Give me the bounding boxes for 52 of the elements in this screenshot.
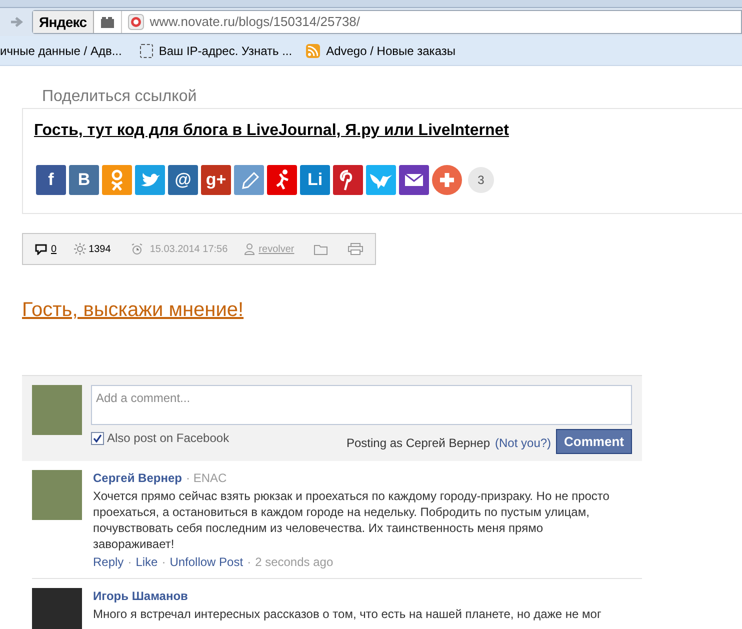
share-heading: Поделиться ссылкой (41, 87, 198, 107)
p-letter-icon[interactable] (333, 165, 363, 195)
comment-action-link[interactable]: Unfollow Post (170, 554, 244, 570)
comment-button[interactable]: Comment (556, 429, 632, 454)
pencil-icon[interactable] (234, 165, 264, 195)
separator-dot: · (162, 554, 166, 570)
envelope-icon[interactable] (399, 165, 429, 195)
figure-icon[interactable] (267, 165, 297, 195)
comment-count[interactable]: 0 (51, 242, 57, 256)
separator-dot: · (247, 554, 252, 570)
plus-icon[interactable] (432, 165, 462, 195)
forward-arrow-icon[interactable] (10, 16, 24, 28)
comment-text: Хочется прямо сейчас взять рюкзак и проехаться по каждому городу-призраку. Но не просто проехаться, а остановиться в каждом городе на недельку. Побродить по пустым улицам, почувствовать себя последним из человечества. Их таинственность меня прямо завораживает! (93, 488, 610, 552)
separator-dot: · (128, 554, 132, 570)
share-count: 3 (468, 167, 494, 193)
share-button[interactable]: f (36, 165, 66, 195)
user-icon (244, 243, 255, 255)
folder-icon[interactable] (314, 244, 328, 254)
comment-text: Много я встречал интересных рассказов о том, что есть на нашей планете, но даже не мог (93, 606, 602, 622)
comment-invite-link[interactable]: Гость, выскажи мнение! (22, 295, 244, 325)
comment-action-link[interactable]: Reply (93, 554, 124, 570)
commenter-name[interactable]: Игорь Шаманов (93, 588, 188, 604)
posting-as-text: Posting as Сергей Вернер (346, 435, 490, 452)
comment-icon (35, 244, 47, 254)
post-date: 15.03.2014 17:56 (150, 242, 228, 256)
share-button[interactable]: g+ (201, 165, 231, 195)
share-button[interactable]: @ (168, 165, 198, 195)
not-you-link[interactable]: (Not you?) (495, 434, 552, 452)
also-post-label: Also post on Facebook (107, 430, 230, 447)
share-button[interactable]: Li (300, 165, 330, 195)
commenter-name[interactable]: Сергей Вернер (93, 470, 182, 486)
comment-time: 2 seconds ago (255, 554, 334, 570)
avatar-photo-placeholder (32, 385, 82, 435)
avatar-photo-placeholder (32, 588, 82, 629)
also-post-checkbox[interactable] (91, 432, 104, 444)
view-count: 1394 (88, 242, 111, 256)
comment-action-link[interactable]: Like (136, 554, 158, 570)
commenter-affiliation: · ENAC (186, 470, 227, 486)
comment-input-field[interactable]: Add a comment... (91, 385, 632, 425)
page-icon (140, 44, 153, 58)
blog-code-link[interactable]: Гость, тут код для блога в LiveJournal, Я.ру или LiveInternet (34, 122, 509, 139)
bookmark-link[interactable]: Ваш IP-адрес. Узнать ... (158, 42, 292, 60)
bird-icon[interactable] (135, 165, 165, 195)
avatar-photo-placeholder (32, 470, 82, 520)
print-icon[interactable] (348, 243, 364, 255)
share-button[interactable]: В (69, 165, 99, 195)
sun-icon (74, 243, 86, 255)
rss-feed-icon (306, 44, 320, 58)
bookmark-link[interactable]: Advego / Новые заказы (326, 42, 456, 60)
alarm-clock-icon (130, 243, 143, 255)
bookmark-link[interactable]: ичные данные / Адв... (0, 42, 122, 60)
person-icon[interactable] (102, 165, 132, 195)
